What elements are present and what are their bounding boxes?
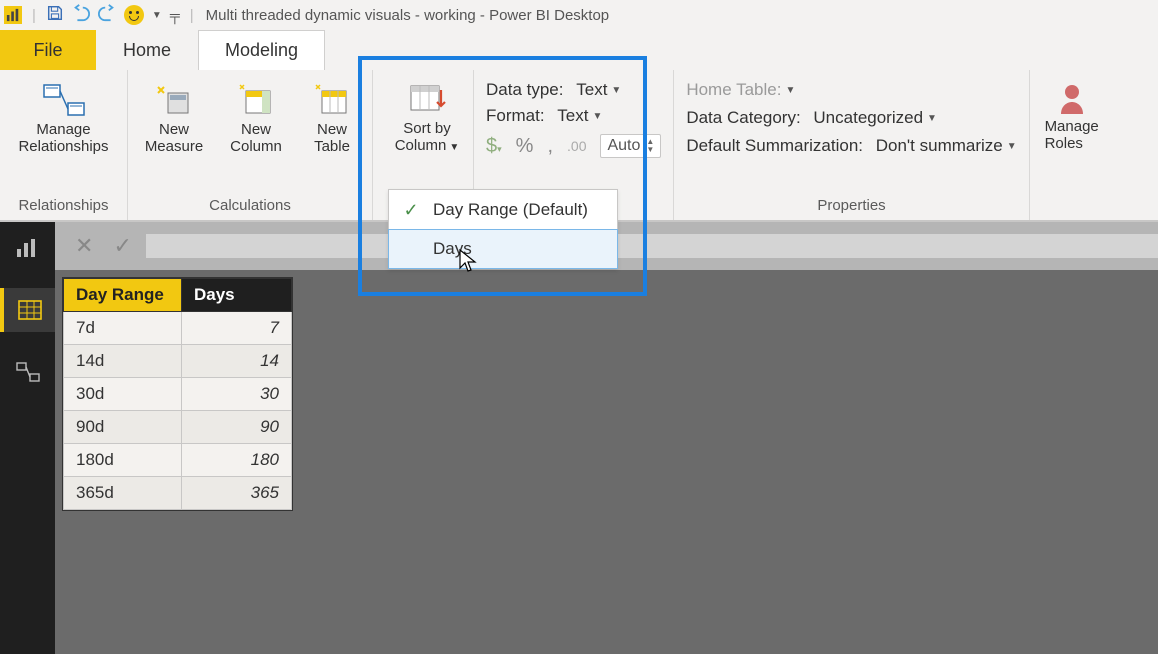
sort-option-day-range[interactable]: ✓ Day Range (Default) [389,190,617,230]
data-view-button[interactable] [0,288,55,332]
group-properties: Home Table: ▼ Data Category: Uncategoriz… [674,70,1029,220]
new-table-button[interactable]: New Table [304,76,360,155]
group-security: Manage Roles [1030,70,1114,220]
chevron-down-icon: ▼ [611,85,621,96]
title-bar: | ▼ ╤ | Multi threaded dynamic visuals -… [0,0,1158,30]
data-canvas: Day Range Days 7d7 14d14 30d30 90d90 180… [55,270,1158,654]
chevron-down-icon: ▼ [927,113,937,124]
tab-file[interactable]: File [0,30,96,70]
column-header-days[interactable]: Days [182,279,292,312]
formula-input[interactable] [146,234,1158,258]
model-view-button[interactable] [0,350,55,394]
table-row[interactable]: 365d365 [64,477,292,510]
group-calculations: New Measure New Column New Table Calcula… [128,70,373,220]
sort-by-column-button[interactable]: Sort by Column▼ [385,76,469,155]
auto-decimals-spinner[interactable]: Auto ▲▼ [600,134,661,158]
table-row[interactable]: 7d7 [64,312,292,345]
redo-icon[interactable] [98,4,116,26]
table-row[interactable]: 30d30 [64,378,292,411]
thousands-button[interactable]: , [547,135,553,158]
chevron-down-icon: ▼ [785,85,795,96]
tab-modeling[interactable]: Modeling [198,30,325,70]
qat-overflow-icon[interactable]: ╤ [170,7,180,23]
currency-button[interactable]: $▾ [486,135,502,158]
sort-by-column-menu: ✓ Day Range (Default) Days [388,189,618,269]
new-measure-button[interactable]: New Measure [140,76,208,155]
relationships-icon [42,80,86,120]
cancel-formula-icon[interactable]: ✕ [75,233,93,259]
default-summarization-dropdown[interactable]: Default Summarization: Don't summarize ▼ [686,136,1016,156]
home-table-dropdown[interactable]: Home Table: ▼ [686,80,1016,100]
accept-formula-icon[interactable]: ✓ [113,233,131,259]
sort-icon [407,80,447,120]
data-type-dropdown[interactable]: Data type: Text ▼ [486,80,661,100]
manage-roles-button[interactable]: Manage Roles [1042,76,1102,152]
tab-home[interactable]: Home [96,30,198,70]
app-logo-icon [4,6,22,24]
new-column-button[interactable]: New Column [222,76,290,155]
view-switcher [0,222,55,654]
qat-dropdown-icon[interactable]: ▼ [152,10,162,21]
data-table[interactable]: Day Range Days 7d7 14d14 30d30 90d90 180… [63,278,292,510]
measure-icon [156,80,192,120]
table-row[interactable]: 180d180 [64,444,292,477]
person-icon [1057,82,1087,118]
percent-button[interactable]: % [516,135,534,158]
smiley-icon[interactable] [124,5,144,25]
chevron-down-icon: ▼ [592,111,602,122]
sort-option-days[interactable]: Days [388,229,618,269]
ribbon-tabstrip: File Home Modeling [0,30,1158,70]
format-dropdown[interactable]: Format: Text ▼ [486,106,661,126]
table-row[interactable]: 90d90 [64,411,292,444]
data-category-dropdown[interactable]: Data Category: Uncategorized ▼ [686,108,1016,128]
manage-relationships-button[interactable]: Manage Relationships [12,76,115,155]
quick-access-toolbar: | ▼ ╤ | [30,4,196,26]
report-view-button[interactable] [0,226,55,270]
table-icon [314,80,350,120]
table-row[interactable]: 14d14 [64,345,292,378]
column-icon [238,80,274,120]
number-format-controls: $▾ % , .00 Auto ▲▼ [486,134,661,158]
group-relationships: Manage Relationships Relationships [0,70,128,220]
undo-icon[interactable] [72,4,90,26]
decimal-button[interactable]: .00 [567,138,586,154]
chevron-down-icon: ▼ [1007,141,1017,152]
check-icon: ✓ [389,200,433,221]
window-title: Multi threaded dynamic visuals - working… [206,7,610,24]
save-icon[interactable] [46,4,64,26]
column-header-day-range[interactable]: Day Range [64,279,182,312]
